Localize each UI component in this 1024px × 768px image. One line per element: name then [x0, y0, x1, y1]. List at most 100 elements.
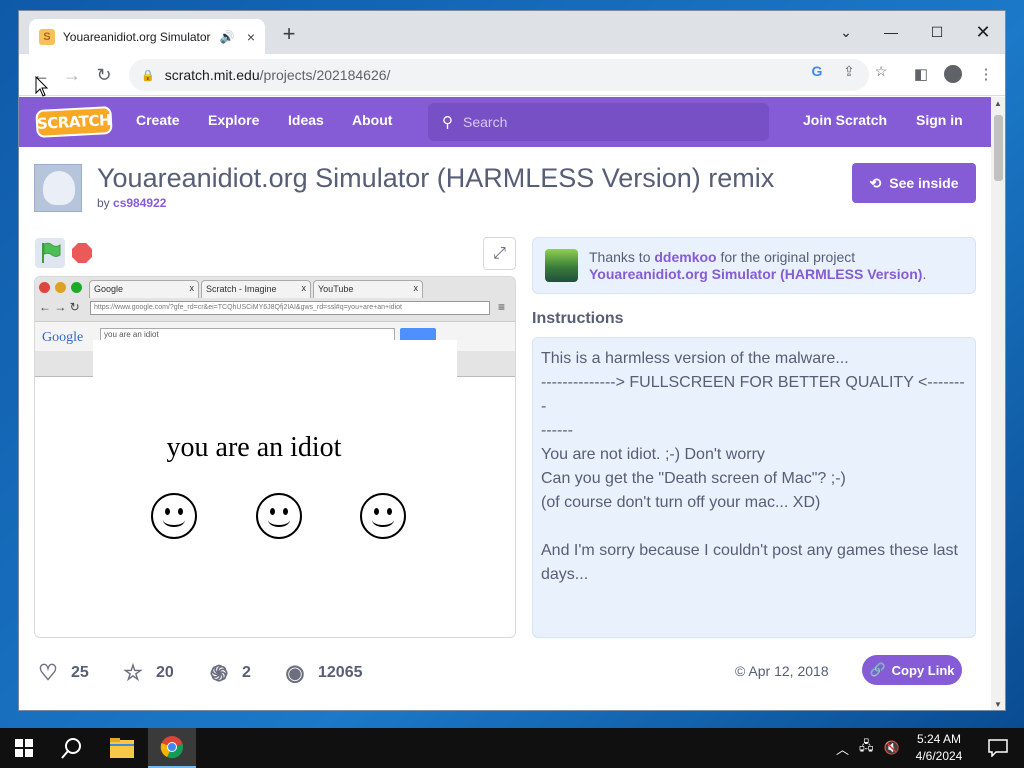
tray-chevron-icon[interactable]: ︿	[836, 739, 849, 758]
remix-arrows-icon: ⟲	[869, 174, 882, 191]
clock-time: 5:24 AM	[916, 732, 962, 746]
period: .	[922, 266, 927, 282]
google-lens-icon[interactable]: G	[806, 60, 828, 82]
clock-date: 4/6/2024	[915, 749, 963, 763]
new-tab-button[interactable]: +	[277, 23, 301, 47]
link-icon: 🔗	[869, 662, 886, 677]
nav-ideas[interactable]: Ideas	[288, 112, 324, 128]
scratch-logo[interactable]: SCRATCH	[35, 106, 113, 138]
tab-search-chevron-icon[interactable]: ⌄	[831, 17, 861, 47]
scratch-project-page: SCRATCH Create Explore Ideas About ⚲ Sea…	[19, 97, 991, 710]
url-path: /projects/202184626/	[259, 67, 391, 83]
original-project-thumbnail[interactable]	[545, 249, 578, 282]
instruction-line: This is a harmless version of the malwar…	[541, 350, 849, 367]
views-count: 12065	[318, 664, 363, 681]
fake-tab-scratch-label: Scratch - Imagine	[206, 284, 277, 294]
close-window-button[interactable]: ✕	[968, 17, 998, 47]
scroll-down-arrow-icon[interactable]: ▼	[994, 700, 1002, 709]
original-author-link[interactable]: ddemkoo	[654, 249, 716, 265]
you-are-an-idiot-text: you are an idiot	[166, 432, 342, 463]
chrome-icon	[160, 736, 183, 759]
side-panel-icon[interactable]: ◧	[909, 62, 933, 86]
search-icon	[61, 738, 81, 759]
reload-button[interactable]: ↻	[91, 62, 117, 88]
folder-icon	[110, 738, 134, 758]
notification-center-button[interactable]	[978, 728, 1018, 768]
profile-avatar-icon[interactable]	[941, 62, 965, 86]
see-inside-button[interactable]: ⟲ See inside	[852, 163, 976, 203]
lock-icon: 🔒	[141, 69, 155, 82]
nav-about[interactable]: About	[352, 112, 392, 128]
project-title: Youareanidiot.org Simulator (HARMLESS Ve…	[97, 163, 775, 193]
windows-taskbar: ︿ 🖧 🔇 5:24 AM 4/6/2024	[0, 728, 1024, 768]
taskbar-clock[interactable]: 5:24 AM 4/6/2024	[906, 731, 972, 765]
instruction-line	[541, 515, 967, 539]
smiley-face-icon	[151, 493, 197, 539]
instruction-line: --------------> FULLSCREEN FOR BETTER QU…	[541, 374, 965, 415]
fake-tab-close: x	[189, 283, 195, 293]
copy-link-button[interactable]: 🔗 Copy Link	[862, 655, 962, 685]
fake-tab-close: x	[413, 283, 419, 293]
project-stage[interactable]: Google x Scratch - Imagine x YouTube x ←…	[34, 276, 516, 638]
speaker-icon[interactable]: 🔊	[220, 30, 235, 44]
thanks-label: Thanks to	[589, 249, 651, 265]
forward-button[interactable]: →	[59, 62, 85, 88]
browser-toolbar: ← → ↻ 🔒 scratch.mit.edu /projects/202184…	[19, 54, 1005, 96]
views-stat: ◉ 12065	[282, 660, 363, 686]
original-project-link[interactable]: Youareanidiot.org Simulator (HARMLESS Ve…	[589, 266, 922, 282]
search-placeholder: Search	[463, 114, 508, 130]
share-icon[interactable]: ⇪	[838, 60, 860, 82]
volume-muted-icon[interactable]: 🔇	[884, 740, 900, 756]
fake-tab-youtube: YouTube x	[313, 280, 423, 298]
address-bar[interactable]: 🔒 scratch.mit.edu /projects/202184626/	[129, 59, 869, 91]
search-input[interactable]: ⚲ Search	[428, 103, 769, 141]
scratch-navbar: SCRATCH Create Explore Ideas About ⚲ Sea…	[19, 97, 991, 147]
instruction-line: (of course don't turn off your mac... XD…	[541, 494, 821, 511]
scrollbar-thumb[interactable]	[994, 115, 1003, 181]
fake-tab-google-label: Google	[94, 284, 124, 294]
fake-google-logo: Google	[42, 330, 84, 345]
love-stat[interactable]: ♡ 25	[35, 660, 89, 686]
by-label: by	[97, 196, 110, 210]
copy-link-label: Copy Link	[891, 662, 955, 678]
fullscreen-button[interactable]: ⤢	[483, 237, 516, 270]
tab-scratch-project[interactable]: S Youareanidiot.org Simulator 🔊 ×	[29, 19, 265, 54]
tab-title: Youareanidiot.org Simulator	[62, 29, 211, 44]
fake-close-dot	[39, 282, 50, 293]
stage-fake-browser: Google x Scratch - Imagine x YouTube x ←…	[35, 277, 515, 378]
scroll-up-arrow-icon[interactable]: ▲	[994, 99, 1002, 108]
instruction-line: days...	[541, 566, 589, 583]
maximize-button[interactable]: ☐	[922, 17, 952, 47]
minimize-button[interactable]: —	[876, 17, 906, 47]
shared-date: © Apr 12, 2018	[735, 663, 829, 679]
for-original-label: for the original project	[720, 249, 856, 265]
nav-explore[interactable]: Explore	[208, 112, 259, 128]
bookmark-star-icon[interactable]: ☆	[870, 60, 892, 82]
fake-tab-scratch: Scratch - Imagine x	[201, 280, 311, 298]
star-icon: ☆	[123, 660, 143, 685]
instructions-box: This is a harmless version of the malwar…	[532, 337, 976, 638]
green-flag-button[interactable]	[35, 238, 65, 268]
taskbar-search-button[interactable]	[48, 728, 96, 768]
smiley-face-icon	[256, 493, 302, 539]
favorite-stat[interactable]: ☆ 20	[120, 660, 174, 686]
remix-spiral-icon: ֍	[210, 660, 228, 686]
network-icon[interactable]: 🖧	[859, 737, 874, 759]
nav-create[interactable]: Create	[136, 112, 180, 128]
sign-in-link[interactable]: Sign in	[916, 112, 963, 128]
heart-icon: ♡	[38, 660, 58, 685]
fake-tab-google: Google x	[89, 280, 199, 298]
instruction-line: And I'm sorry because I couldn't post an…	[541, 542, 958, 559]
author-link[interactable]: cs984922	[113, 196, 166, 210]
chrome-taskbar-button[interactable]	[148, 728, 196, 768]
tab-close-icon[interactable]: ×	[247, 29, 255, 45]
join-scratch-link[interactable]: Join Scratch	[803, 112, 887, 128]
start-button[interactable]	[0, 728, 48, 768]
project-byline: by cs984922	[97, 196, 166, 210]
instruction-line: ------	[541, 422, 573, 439]
remix-credit-box: Thanks to ddemkoo for the original proje…	[532, 237, 976, 294]
chrome-menu-icon[interactable]: ⋮	[974, 62, 998, 86]
stop-button[interactable]	[72, 243, 92, 263]
page-scrollbar[interactable]: ▲ ▼	[991, 97, 1005, 710]
file-explorer-button[interactable]	[98, 728, 146, 768]
